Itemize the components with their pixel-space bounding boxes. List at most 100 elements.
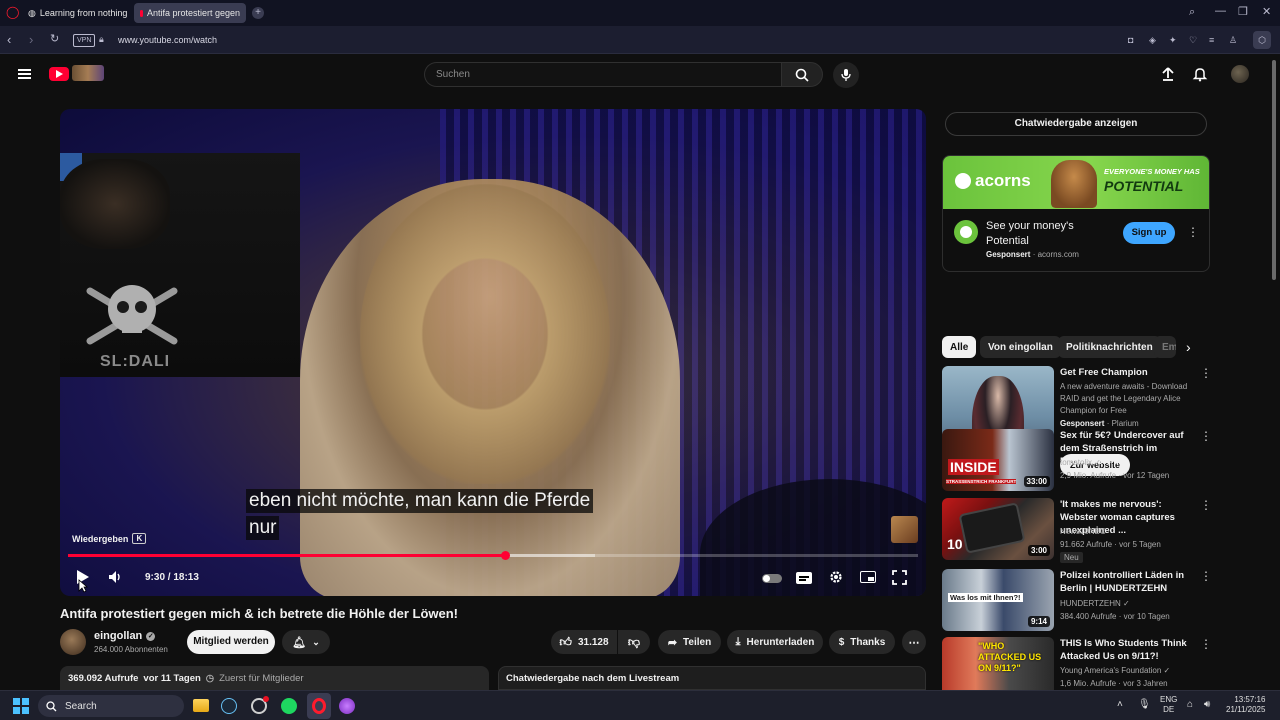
vpn-badge[interactable]: VPN: [73, 34, 96, 47]
rec-thumbnail-4[interactable]: "WHO ATTACKED US ON 9/11?": [942, 637, 1054, 690]
ad-domain: acorns.com: [1037, 250, 1079, 259]
show-chat-replay-button[interactable]: Chatwiedergabe anzeigen: [945, 112, 1207, 136]
rec-thumbnail-3[interactable]: Was los mit Ihnen?! 9:14: [942, 569, 1054, 631]
opera-taskbar-icon[interactable]: [307, 693, 331, 719]
sidebar-extension-icon[interactable]: ⬡: [1253, 31, 1271, 49]
taskbar-search-box[interactable]: Search: [38, 695, 184, 717]
profile-icon[interactable]: ♙: [1229, 35, 1237, 46]
ad-card[interactable]: acorns EVERYONE'S MONEY HAS POTENTIAL Se…: [942, 155, 1210, 272]
youtube-logo[interactable]: [49, 67, 69, 81]
tray-chevron-icon[interactable]: ˄: [1117, 699, 1123, 710]
rec-thumbnail-2[interactable]: 10 3:00: [942, 498, 1054, 560]
chat-replay-box[interactable]: Chatwiedergabe nach dem Livestream: [498, 666, 926, 690]
hamburger-menu-icon[interactable]: [18, 69, 31, 79]
tab-youtube-active[interactable]: Antifa protestiert gegen: [134, 3, 246, 23]
tray-volume-icon[interactable]: 🔊︎: [1204, 699, 1210, 710]
upload-age: vor 11 Tagen: [143, 673, 201, 684]
dislike-button[interactable]: 👎︎: [618, 630, 650, 654]
camera-icon[interactable]: ◘: [1128, 35, 1133, 46]
autoplay-toggle[interactable]: [762, 574, 782, 583]
ad-banner[interactable]: acorns EVERYONE'S MONEY HAS POTENTIAL: [943, 156, 1209, 209]
ad-tagline-small: EVERYONE'S MONEY HAS: [1104, 167, 1200, 176]
minimize-icon[interactable]: —: [1215, 6, 1226, 17]
rec-thumbnail-1[interactable]: INSIDE STRASSENSTRICH FRANKFURT 33:00: [942, 429, 1054, 491]
acorns-banner-brand: acorns: [975, 171, 1031, 190]
video-player[interactable]: SL:DALI eben nicht möchte, man kann die …: [60, 109, 926, 596]
extensions-icon[interactable]: ✦: [1169, 35, 1177, 46]
settings-gear-icon[interactable]: [828, 569, 844, 585]
opera-logo-icon[interactable]: ◯: [6, 6, 19, 18]
progress-played: [68, 554, 505, 557]
ad-headline[interactable]: See your money's Potential: [986, 219, 1106, 249]
channel-watermark-thumb[interactable]: [891, 516, 918, 543]
download-button[interactable]: ⤓ Herunterladen: [727, 630, 823, 654]
thanks-dollar-icon: $: [838, 636, 845, 648]
promo-advertiser: Plarium: [1111, 419, 1139, 428]
chip-all[interactable]: Alle: [942, 336, 977, 358]
rec-more-icon-1[interactable]: ⋮: [1200, 430, 1212, 442]
fullscreen-icon[interactable]: [892, 570, 907, 585]
voice-search-button[interactable]: [833, 62, 859, 88]
url-text[interactable]: www.youtube.com/watch: [118, 35, 217, 46]
scrollbar-thumb[interactable]: [1272, 60, 1276, 280]
spotify-icon[interactable]: [281, 698, 297, 714]
tray-microphone-icon[interactable]: 🎙︎: [1138, 699, 1151, 710]
back-icon[interactable]: ‹: [7, 33, 11, 46]
more-actions-button[interactable]: ⋯: [902, 630, 926, 654]
chip-political-news[interactable]: Politiknachrichten: [1058, 336, 1161, 358]
progress-track[interactable]: [68, 551, 918, 560]
tray-language[interactable]: ENG DE: [1160, 695, 1177, 715]
volume-icon: [109, 571, 120, 583]
doodle-logo-image[interactable]: [72, 65, 104, 81]
user-avatar[interactable]: [1231, 65, 1249, 83]
promo-title[interactable]: Get Free Champion: [1060, 366, 1192, 379]
browser-purple-icon[interactable]: [339, 698, 355, 714]
rec-more-icon-3[interactable]: ⋮: [1200, 570, 1212, 582]
ad-signup-button[interactable]: Sign up: [1123, 222, 1175, 244]
subtitles-icon[interactable]: [796, 572, 812, 584]
chips-next-chevron-icon[interactable]: ›: [1186, 339, 1191, 355]
windows-start-icon[interactable]: [13, 698, 29, 714]
rec-title-3[interactable]: Polizei kontrolliert Läden in Berlin | H…: [1060, 569, 1192, 595]
notification-subscribe-button[interactable]: 🔔︎ ⌄: [282, 630, 330, 654]
ad-advertiser-logo: [954, 220, 978, 244]
search-tabs-icon[interactable]: ⌕: [1189, 7, 1195, 18]
rec-more-icon-2[interactable]: ⋮: [1200, 499, 1212, 511]
upload-icon[interactable]: [1160, 66, 1176, 82]
rec-title-4[interactable]: THIS Is Who Students Think Attacked Us o…: [1060, 637, 1192, 663]
restore-icon[interactable]: ❐: [1238, 7, 1248, 18]
join-membership-button[interactable]: Mitglied werden: [187, 630, 275, 654]
tab-learning-from-nothing[interactable]: ◍ Learning from nothing: [22, 3, 130, 23]
menu-lines-icon[interactable]: ≡: [1209, 35, 1214, 46]
ad-more-icon[interactable]: ⋮: [1187, 225, 1199, 239]
chip-truncated[interactable]: Em: [1154, 336, 1176, 358]
search-button[interactable]: [781, 62, 823, 87]
app-badge-icon[interactable]: [251, 696, 269, 714]
like-button[interactable]: 👍︎ 31.128: [551, 630, 617, 654]
steam-icon[interactable]: [221, 698, 237, 714]
heart-icon[interactable]: ♡: [1189, 35, 1197, 46]
tray-clock[interactable]: 13:57:16 21/11/2025: [1226, 695, 1265, 715]
volume-button[interactable]: [108, 570, 124, 584]
thanks-button[interactable]: $ Thanks: [829, 630, 895, 654]
notifications-bell-icon[interactable]: [1192, 66, 1208, 82]
channel-name[interactable]: eingollan ✓: [94, 630, 156, 642]
search-input[interactable]: Suchen: [424, 62, 781, 87]
description-box[interactable]: 369.092 Aufrufe vor 11 Tagen ◷ Zuerst fü…: [60, 666, 489, 690]
miniplayer-icon[interactable]: [860, 571, 876, 583]
shield-icon[interactable]: ◈: [1149, 35, 1156, 46]
progress-scrubber-handle[interactable]: [500, 551, 510, 560]
rec-more-icon-4[interactable]: ⋮: [1200, 638, 1212, 650]
forward-icon[interactable]: ›: [29, 33, 33, 46]
file-explorer-icon[interactable]: [193, 699, 209, 712]
page-scrollbar[interactable]: [1271, 54, 1277, 690]
share-button[interactable]: ➦ Teilen: [658, 630, 721, 654]
reload-icon[interactable]: ↻: [50, 34, 59, 45]
promo-more-icon[interactable]: ⋮: [1200, 367, 1212, 379]
tab-label: Antifa protestiert gegen: [146, 8, 240, 18]
channel-avatar[interactable]: [60, 629, 86, 655]
tray-network-icon[interactable]: ⌂: [1187, 699, 1193, 710]
chip-from-channel[interactable]: Von eingollan: [980, 336, 1061, 358]
new-tab-icon[interactable]: +: [252, 7, 264, 19]
close-window-icon[interactable]: ✕: [1262, 7, 1271, 18]
